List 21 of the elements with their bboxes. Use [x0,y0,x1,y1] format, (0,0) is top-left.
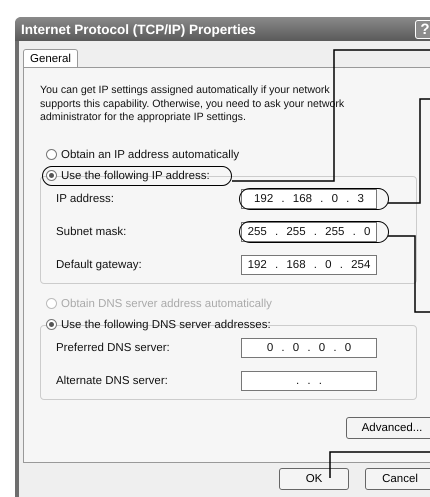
radio-button[interactable] [46,170,57,181]
field-label: Subnet mask: [56,226,128,238]
dialog-button[interactable]: Cancel [365,468,430,490]
field-label: Preferred DNS server: [56,342,171,354]
ip-address-field[interactable]: 255 . 255 . 255 . 0 [241,222,377,242]
field-label: Alternate DNS server: [56,374,169,386]
radio-button[interactable] [46,149,57,160]
ip-address-field[interactable]: 192 . 168 . 0 . 254 [241,254,377,274]
tab[interactable]: General [23,49,78,68]
radio-option[interactable]: Obtain an IP address automatically [46,148,430,160]
field-label: Default gateway: [56,258,143,270]
radio-option[interactable]: Use the following DNS server addresses: [46,318,430,330]
field-label: IP address: [56,192,115,204]
ip-address-field[interactable]: 0 . 0 . 0 . 0 [241,338,377,358]
radio-option[interactable]: Use the following IP address: [46,170,430,182]
radio-button[interactable] [46,319,57,330]
dialog-button[interactable]: OK [279,468,349,490]
ip-address-field[interactable]: 192 . 168 . 0 . 3 [241,188,377,208]
window-title: Internet Protocol (TCP/IP) Properties [21,22,257,36]
ip-address-field[interactable]: . . . [241,370,377,390]
advanced-button[interactable]: Advanced... [346,416,430,438]
